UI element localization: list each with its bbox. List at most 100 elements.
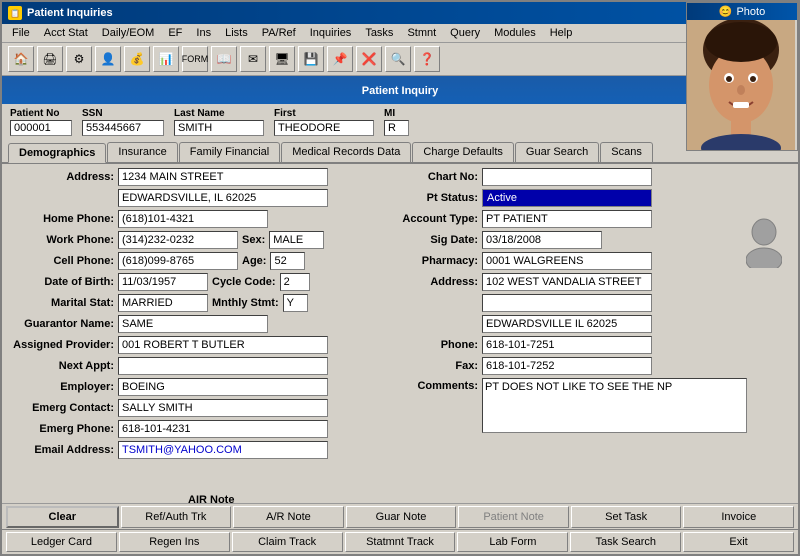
sig-date-label: Sig Date: (392, 234, 482, 246)
marital-stat-input[interactable] (118, 294, 208, 312)
employer-label: Employer: (8, 381, 118, 393)
tb-money[interactable]: 💰 (124, 46, 150, 72)
air-note-label: AIR Note (188, 494, 234, 506)
regen-ins-button[interactable]: Regen Ins (119, 532, 230, 552)
menu-inquiries[interactable]: Inquiries (304, 26, 358, 40)
menu-help[interactable]: Help (544, 26, 579, 40)
photo-box: 😊 Photo (686, 2, 798, 151)
guarantor-name-input[interactable] (118, 315, 268, 333)
tab-bar: Demographics Insurance Family Financial … (2, 140, 798, 162)
emerg-contact-label: Emerg Contact: (8, 402, 118, 414)
menu-paref[interactable]: PA/Ref (256, 26, 302, 40)
menu-daily-eom[interactable]: Daily/EOM (96, 26, 161, 40)
menu-ins[interactable]: Ins (190, 26, 217, 40)
menu-acct-stat[interactable]: Acct Stat (38, 26, 94, 40)
assigned-provider-input[interactable] (118, 336, 328, 354)
tb-mail[interactable]: ✉ (240, 46, 266, 72)
first-input[interactable] (274, 120, 374, 136)
btn-row-1: Clear Ref/Auth Trk A/R Note Guar Note Pa… (2, 504, 798, 530)
menu-modules[interactable]: Modules (488, 26, 542, 40)
menu-tasks[interactable]: Tasks (359, 26, 399, 40)
tab-family-financial[interactable]: Family Financial (179, 142, 280, 162)
pharmacy-input[interactable] (482, 252, 652, 270)
menu-query[interactable]: Query (444, 26, 486, 40)
tb-print[interactable]: 🖨 (37, 46, 63, 72)
tb-settings[interactable]: ⚙ (66, 46, 92, 72)
comments-textarea[interactable]: PT DOES NOT LIKE TO SEE THE NP (482, 378, 747, 433)
guarantor-name-label: Guarantor Name: (8, 318, 118, 330)
tb-monitor[interactable]: 🖥 (269, 46, 295, 72)
address-label: Address: (8, 171, 118, 183)
next-appt-input[interactable] (118, 357, 328, 375)
photo-title: 😊 Photo (687, 3, 797, 20)
pharmacy-phone-input[interactable] (482, 336, 652, 354)
tab-scans[interactable]: Scans (600, 142, 653, 162)
tab-charge-defaults[interactable]: Charge Defaults (412, 142, 514, 162)
claim-track-button[interactable]: Claim Track (232, 532, 343, 552)
tb-form[interactable]: FORM (182, 46, 208, 72)
last-name-label: Last Name (174, 108, 264, 119)
cycle-code-input[interactable] (280, 273, 310, 291)
pharmacy-address3-input[interactable] (482, 315, 652, 333)
task-search-button[interactable]: Task Search (570, 532, 681, 552)
mnthly-stmt-label: Mnthly Stmt: (208, 297, 283, 309)
pharmacy-fax-input[interactable] (482, 357, 652, 375)
tab-guar-search[interactable]: Guar Search (515, 142, 599, 162)
pharmacy-address1-input[interactable] (482, 273, 652, 291)
ref-auth-trk-button[interactable]: Ref/Auth Trk (121, 506, 232, 528)
tb-close[interactable]: ❌ (356, 46, 382, 72)
set-task-button[interactable]: Set Task (571, 506, 682, 528)
ssn-input[interactable] (82, 120, 164, 136)
lab-form-button[interactable]: Lab Form (457, 532, 568, 552)
pharmacy-address2-input[interactable] (482, 294, 652, 312)
dob-input[interactable] (118, 273, 208, 291)
menu-ef[interactable]: EF (162, 26, 188, 40)
tab-medical-records[interactable]: Medical Records Data (281, 142, 411, 162)
patient-no-input[interactable] (10, 120, 72, 136)
emerg-contact-input[interactable] (118, 399, 328, 417)
menu-file[interactable]: File (6, 26, 36, 40)
address1-input[interactable] (118, 168, 328, 186)
sig-date-input[interactable] (482, 231, 602, 249)
menu-lists[interactable]: Lists (219, 26, 254, 40)
menu-stmnt[interactable]: Stmnt (401, 26, 442, 40)
exit-button[interactable]: Exit (683, 532, 794, 552)
mnthly-stmt-input[interactable] (283, 294, 308, 312)
tb-book[interactable]: 📖 (211, 46, 237, 72)
employer-input[interactable] (118, 378, 328, 396)
address2-input[interactable] (118, 189, 328, 207)
tb-help[interactable]: ❓ (414, 46, 440, 72)
age-label: Age: (238, 255, 270, 267)
email-input[interactable] (118, 441, 328, 459)
patient-note-button[interactable]: Patient Note (458, 506, 569, 528)
main-window: 📋 Patient Inquiries ✕ 😊 Photo (0, 0, 800, 556)
comments-label: Comments: (392, 378, 482, 392)
tb-search[interactable]: 🔍 (385, 46, 411, 72)
last-name-input[interactable] (174, 120, 264, 136)
tb-chart[interactable]: 📊 (153, 46, 179, 72)
tab-insurance[interactable]: Insurance (107, 142, 177, 162)
age-input[interactable] (270, 252, 305, 270)
invoice-button[interactable]: Invoice (683, 506, 794, 528)
ar-note-button[interactable]: A/R Note (233, 506, 344, 528)
right-panel: Chart No: Pt Status: Active Account Type… (384, 168, 792, 438)
emerg-phone-input[interactable] (118, 420, 328, 438)
mi-input[interactable] (384, 120, 409, 136)
ledger-card-button[interactable]: Ledger Card (6, 532, 117, 552)
sex-input[interactable] (269, 231, 324, 249)
chart-no-input[interactable] (482, 168, 652, 186)
guar-note-button[interactable]: Guar Note (346, 506, 457, 528)
tb-user[interactable]: 👤 (95, 46, 121, 72)
tab-demographics[interactable]: Demographics (8, 143, 106, 163)
cell-phone-input[interactable] (118, 252, 238, 270)
home-phone-input[interactable] (118, 210, 268, 228)
tb-pin[interactable]: 📌 (327, 46, 353, 72)
patient-photo (687, 20, 795, 150)
account-type-input[interactable] (482, 210, 652, 228)
email-label: Email Address: (8, 444, 118, 456)
tb-save[interactable]: 💾 (298, 46, 324, 72)
tb-home[interactable]: 🏠 (8, 46, 34, 72)
statmnt-track-button[interactable]: Statmnt Track (345, 532, 456, 552)
work-phone-input[interactable] (118, 231, 238, 249)
clear-button[interactable]: Clear (6, 506, 119, 528)
